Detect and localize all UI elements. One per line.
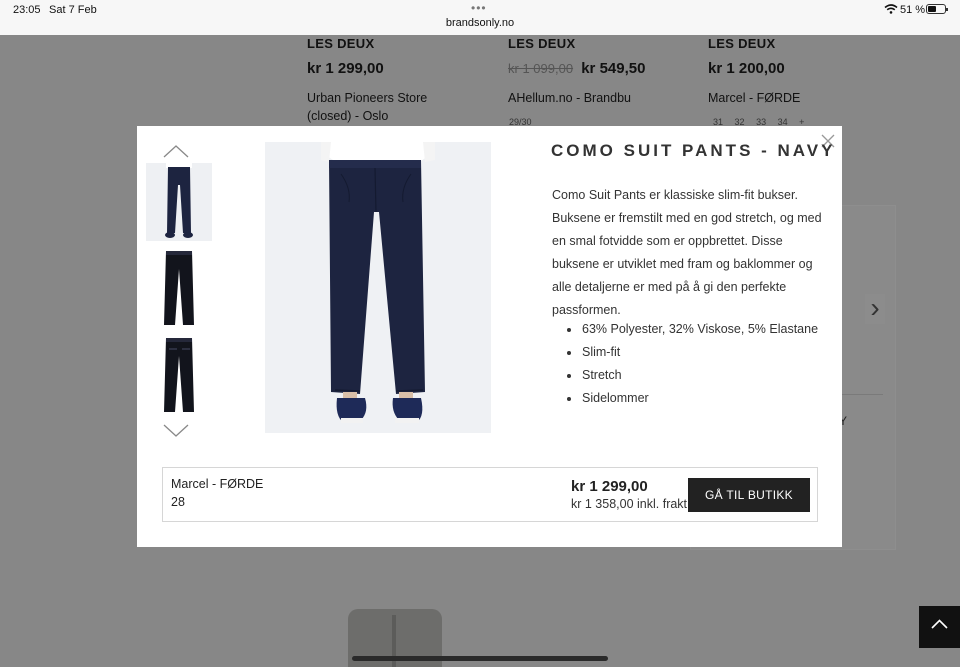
listing-brand: LES DEUX [307,36,375,51]
scroll-to-top-button[interactable] [919,606,960,648]
status-bar: 23:05 Sat 7 Feb ••• brandsonly.no 51 % [0,0,960,35]
chevron-up-icon [931,619,948,629]
listing-brand: LES DEUX [708,36,776,51]
feature-item: 63% Polyester, 32% Viskose, 5% Elastane [567,318,818,341]
listing-card-1[interactable]: LES DEUX kr 1 299,00 Urban Pioneers Stor… [307,36,497,125]
listing-price: kr 1 200,00 [708,60,898,77]
offer-price-with-shipping: kr 1 358,00 inkl. frakt [571,497,688,511]
listing-old-price: kr 1 099,00 [508,61,574,76]
product-quickview-modal: COMO SUIT PANTS - NAVY Como Suit Pants e… [137,126,842,547]
offer-price: kr 1 299,00 [571,478,648,495]
listing-price: kr 1 099,00 kr 549,50 [508,60,698,77]
battery-icon [926,4,948,14]
status-time: 23:05 [13,4,41,16]
thumbnail-front[interactable] [146,163,212,241]
feature-item: Sidelommer [567,387,818,410]
feature-item: Stretch [567,364,818,387]
pants-model-image [321,142,435,423]
store-offer-row: Marcel - FØRDE 28 kr 1 299,00 kr 1 358,0… [162,467,818,522]
listing-store[interactable]: AHellum.no - Brandbu [508,89,698,107]
product-features: 63% Polyester, 32% Viskose, 5% Elastane … [567,318,818,410]
listing-price-value: kr 549,50 [581,60,646,77]
listing-brand: LES DEUX [508,36,576,51]
pants-flat-image [164,251,194,325]
battery-percent: 51 % [900,4,926,16]
chevron-up-icon[interactable] [163,144,189,158]
chevron-down-icon[interactable] [163,424,189,438]
pants-flat-back-image [164,338,194,412]
listing-store[interactable]: Urban Pioneers Store (closed) - Oslo [307,89,467,125]
offer-store-name: Marcel - FØRDE [171,477,264,491]
offer-size: 28 [171,495,185,509]
status-date: Sat 7 Feb [49,4,97,16]
home-indicator[interactable] [352,656,608,661]
product-title: COMO SUIT PANTS - NAVY [551,141,836,160]
carousel-next-icon[interactable]: › [865,294,885,324]
listing-card-2[interactable]: LES DEUX kr 1 099,00 kr 549,50 AHellum.n… [508,36,698,107]
thumbnail-flat-back[interactable] [146,336,212,414]
listing-card-3[interactable]: LES DEUX kr 1 200,00 Marcel - FØRDE [708,36,898,107]
go-to-store-button[interactable]: GÅ TIL BUTIKK [688,478,810,512]
pants-front-image [165,163,193,238]
listing-store[interactable]: Marcel - FØRDE [708,89,898,107]
listing-price-value: kr 1 299,00 [307,60,384,77]
main-product-image[interactable] [265,142,491,433]
multitasking-dots-icon[interactable]: ••• [471,1,487,15]
thumbnail-flat-front[interactable] [146,249,212,327]
listing-price: kr 1 299,00 [307,60,497,77]
product-description: Como Suit Pants er klassiske slim-fit bu… [552,188,822,317]
address-url[interactable]: brandsonly.no [0,17,960,29]
feature-item: Slim-fit [567,341,818,364]
listing-price-value: kr 1 200,00 [708,60,785,77]
wifi-icon [884,4,898,14]
